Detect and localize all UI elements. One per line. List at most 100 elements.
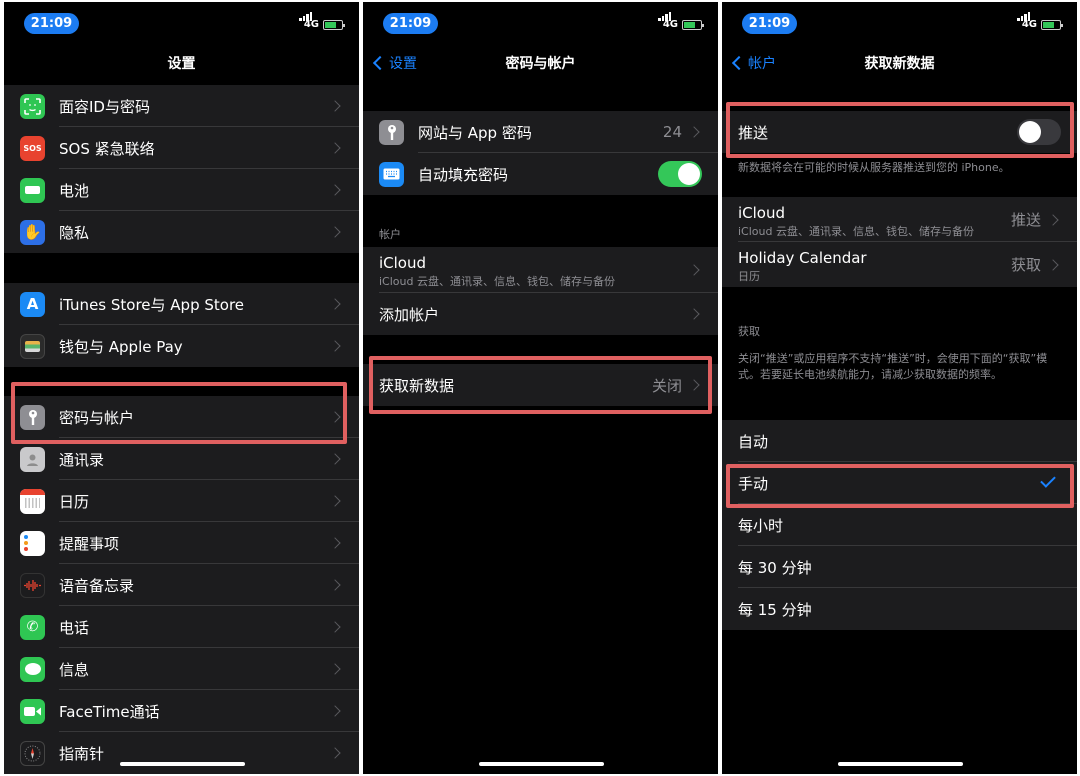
fetch-header: 获取 — [738, 325, 760, 338]
settings-item-app-store[interactable]: A iTunes Store与 App Store — [4, 283, 359, 325]
settings-screen: 21:09 4G 设置 面容ID与密码 SOS SOS 紧急联络 电池 ✋ 隐私 — [4, 2, 359, 774]
settings-item-contacts[interactable]: 通讯录 — [4, 438, 359, 480]
status-time: 21:09 — [383, 13, 438, 34]
chevron-right-icon — [688, 264, 700, 276]
status-time: 21:09 — [24, 13, 79, 34]
reminders-icon — [20, 530, 45, 556]
passwords-group: 网站与 App 密码 24 自动填充密码 — [363, 111, 718, 195]
settings-item-facetime[interactable]: FaceTime通话 — [4, 690, 359, 732]
autofill-label: 自动填充密码 — [418, 165, 509, 184]
network-label: 4G — [303, 19, 319, 30]
face-id-icon — [20, 93, 45, 119]
settings-item-voice-memos[interactable]: 语音备忘录 — [4, 564, 359, 606]
chevron-right-icon — [329, 453, 341, 465]
chevron-right-icon — [329, 663, 341, 675]
account-name: Holiday Calendar — [738, 248, 867, 267]
fetch-option-15min[interactable]: 每 15 分钟 — [722, 588, 1077, 630]
icloud-account-row[interactable]: iCloud iCloud 云盘、通讯录、信息、钱包、储存与备份 — [363, 247, 718, 293]
settings-item-label: 日历 — [59, 492, 90, 511]
add-account-row[interactable]: 添加帐户 — [363, 293, 718, 335]
home-indicator — [478, 762, 604, 766]
settings-item-label: 电池 — [59, 181, 90, 200]
fetch-option-auto[interactable]: 自动 — [722, 420, 1077, 462]
nav-bar: 设置 密码与帐户 — [363, 42, 718, 86]
key-icon — [379, 119, 404, 145]
fetch-option-label: 每 30 分钟 — [738, 558, 812, 577]
fetch-note: 关闭“推送”或应用程序不支持“推送”时，会使用下面的“获取”模式。若要延长电池续… — [738, 352, 1048, 381]
autofill-row: 自动填充密码 — [363, 153, 718, 195]
keyboard-icon — [379, 161, 404, 187]
chevron-right-icon — [329, 621, 341, 633]
fetch-option-label: 每小时 — [738, 516, 784, 535]
network-label: 4G — [662, 19, 678, 30]
settings-item-label: iTunes Store与 App Store — [59, 295, 245, 314]
autofill-toggle[interactable] — [658, 161, 702, 187]
sos-icon: SOS — [20, 135, 45, 161]
chevron-right-icon — [329, 226, 341, 238]
account-mode: 获取 — [1010, 256, 1041, 274]
icloud-label: iCloud — [379, 254, 427, 272]
network-label: 4G — [1021, 19, 1037, 30]
website-passwords-count: 24 — [662, 123, 682, 141]
accounts-list: iCloud iCloud 云盘、通讯录、信息、钱包、储存与备份 推送 Holi… — [722, 197, 1077, 287]
settings-item-label: 面容ID与密码 — [59, 97, 150, 116]
settings-item-label: 语音备忘录 — [59, 576, 135, 595]
toggle-knob — [678, 163, 700, 185]
chevron-right-icon — [688, 308, 700, 320]
settings-item-compass[interactable]: 指南针 — [4, 732, 359, 774]
settings-item-sos[interactable]: SOS SOS 紧急联络 — [4, 127, 359, 169]
status-time: 21:09 — [742, 13, 797, 34]
settings-item-phone[interactable]: ✆ 电话 — [4, 606, 359, 648]
settings-item-label: 提醒事项 — [59, 534, 120, 553]
account-row-holiday[interactable]: Holiday Calendar 日历 获取 — [722, 242, 1077, 287]
phone-icon: ✆ — [20, 614, 45, 640]
status-bar: 21:09 4G — [363, 2, 718, 42]
account-name: iCloud — [738, 203, 786, 222]
battery-status-icon — [682, 20, 704, 30]
status-bar: 21:09 4G — [4, 2, 359, 42]
fetch-option-30min[interactable]: 每 30 分钟 — [722, 546, 1077, 588]
wallet-icon — [20, 333, 45, 359]
battery-icon — [20, 177, 45, 203]
website-passwords-label: 网站与 App 密码 — [418, 123, 532, 142]
settings-item-calendar[interactable]: 日历 — [4, 480, 359, 522]
chevron-right-icon — [329, 579, 341, 591]
settings-item-wallet[interactable]: 钱包与 Apple Pay — [4, 325, 359, 367]
app-store-icon: A — [20, 291, 45, 317]
fetch-option-hourly[interactable]: 每小时 — [722, 504, 1077, 546]
settings-group-1: 面容ID与密码 SOS SOS 紧急联络 电池 ✋ 隐私 — [4, 85, 359, 253]
chevron-right-icon — [1047, 258, 1059, 271]
voice-memos-icon — [20, 572, 45, 598]
chevron-right-icon — [329, 142, 341, 154]
settings-item-label: 通讯录 — [59, 450, 105, 469]
account-sub: iCloud 云盘、通讯录、信息、钱包、储存与备份 — [738, 225, 974, 238]
settings-item-battery[interactable]: 电池 — [4, 169, 359, 211]
settings-item-reminders[interactable]: 提醒事项 — [4, 522, 359, 564]
calendar-icon — [20, 488, 45, 514]
contacts-icon — [20, 446, 45, 472]
highlight-box — [369, 356, 712, 414]
settings-item-messages[interactable]: 信息 — [4, 648, 359, 690]
settings-group-3: 密码与帐户 通讯录 日历 提醒事项 语音备忘录 ✆ 电话 信息 FaceTime… — [4, 396, 359, 774]
highlight-box — [726, 102, 1074, 158]
settings-item-label: 信息 — [59, 660, 90, 679]
page-title: 密码与帐户 — [505, 56, 576, 72]
home-indicator — [837, 762, 963, 766]
settings-item-face-id[interactable]: 面容ID与密码 — [4, 85, 359, 127]
page-title: 设置 — [167, 56, 196, 72]
fetch-new-data-screen: 21:09 4G 帐户 获取新数据 推送 新数据将会在可能的时候从服务器推送到您… — [722, 2, 1077, 774]
settings-item-label: 钱包与 Apple Pay — [59, 337, 183, 356]
battery-status-icon — [323, 20, 345, 30]
chevron-right-icon — [329, 705, 341, 717]
account-row-icloud[interactable]: iCloud iCloud 云盘、通讯录、信息、钱包、储存与备份 推送 — [722, 197, 1077, 242]
chevron-right-icon — [1047, 213, 1059, 226]
page-title: 获取新数据 — [864, 56, 935, 72]
chevron-right-icon — [329, 298, 341, 310]
hand-icon: ✋ — [20, 219, 45, 245]
website-passwords-row[interactable]: 网站与 App 密码 24 — [363, 111, 718, 153]
chevron-right-icon — [329, 747, 341, 759]
settings-item-privacy[interactable]: ✋ 隐私 — [4, 211, 359, 253]
nav-bar: 设置 — [4, 42, 359, 86]
accounts-header: 帐户 — [379, 228, 401, 241]
settings-group-2: A iTunes Store与 App Store 钱包与 Apple Pay — [4, 283, 359, 367]
